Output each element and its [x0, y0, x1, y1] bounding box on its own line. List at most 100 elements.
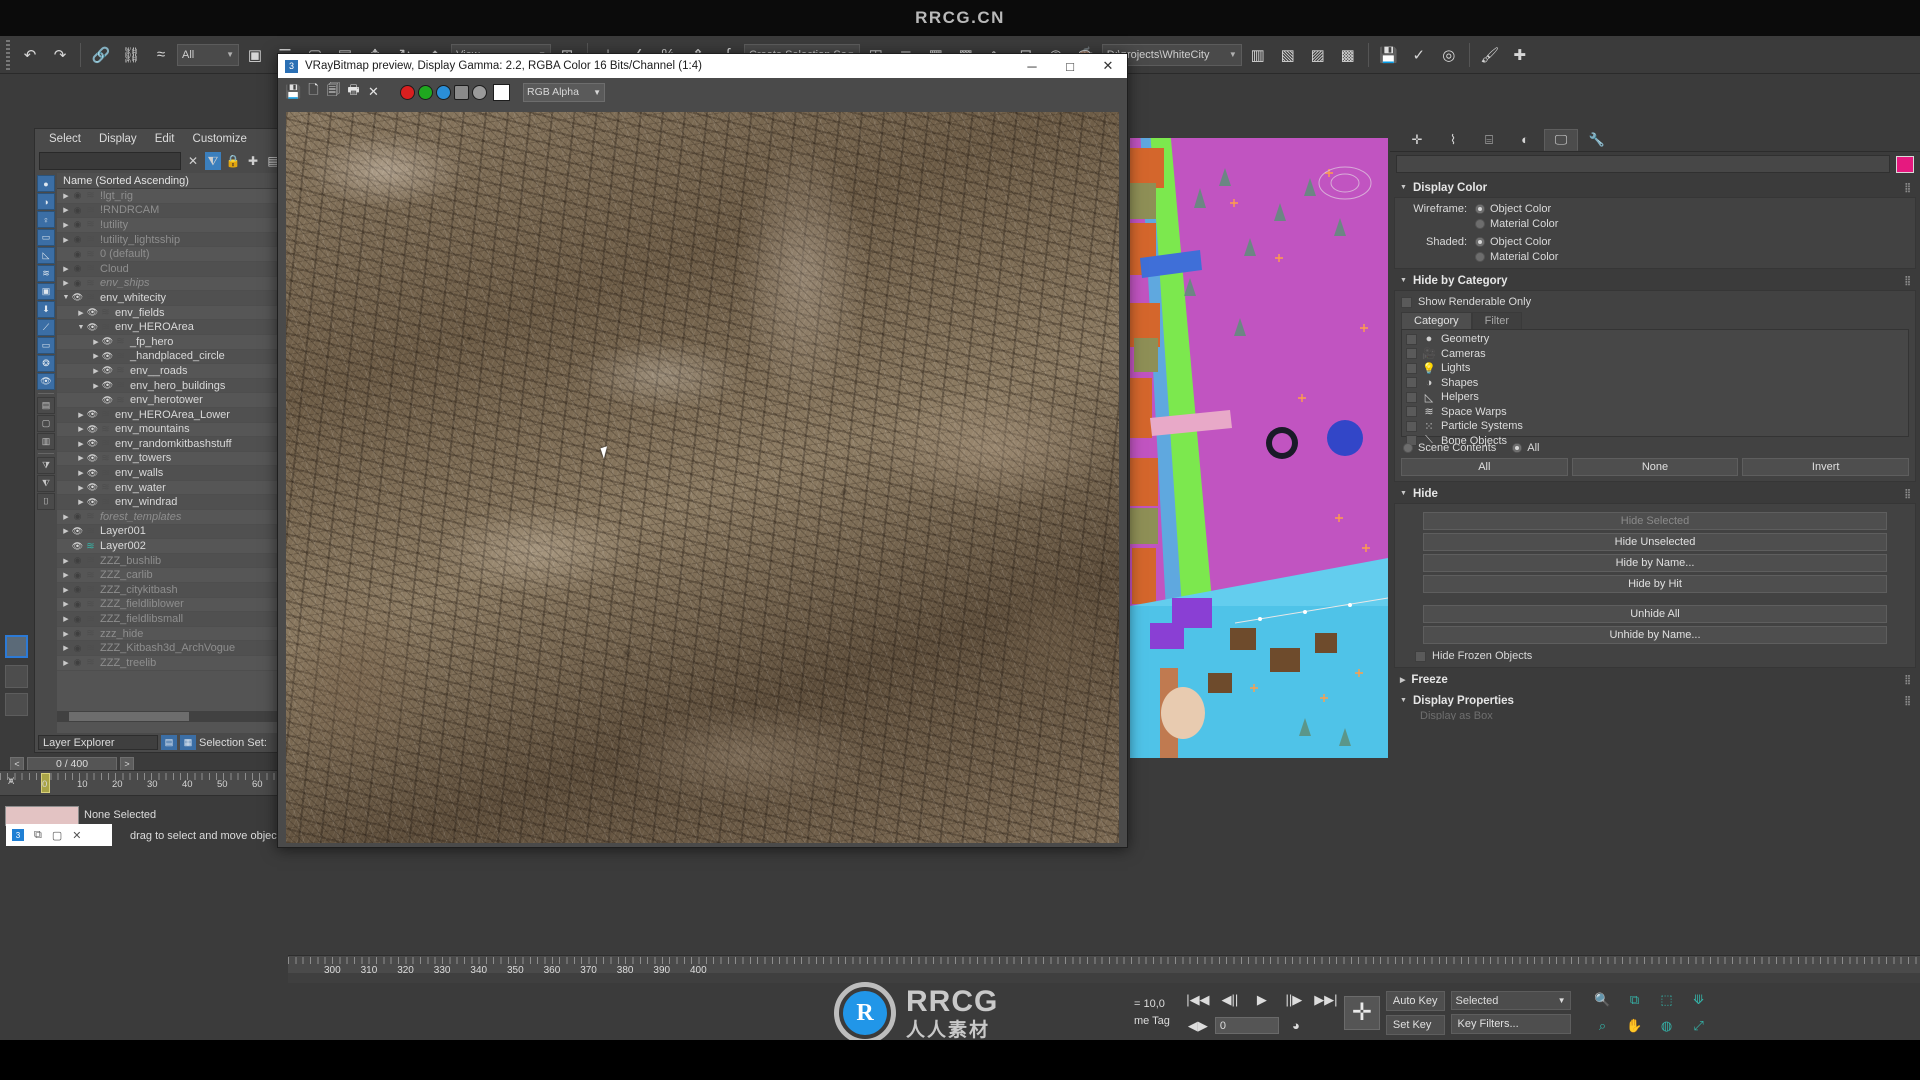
- main-timeline-track[interactable]: [288, 973, 1920, 983]
- undo-icon[interactable]: ↶: [16, 41, 44, 69]
- visibility-eye-icon[interactable]: ◉: [71, 628, 84, 639]
- visibility-eye-icon[interactable]: 👁: [71, 526, 84, 537]
- visibility-eye-icon[interactable]: ◉: [71, 657, 84, 668]
- explorer-save-icon[interactable]: ▤: [161, 735, 177, 750]
- close-status-icon[interactable]: ✕: [72, 829, 81, 842]
- tab-category[interactable]: Category: [1401, 312, 1472, 329]
- object-color-field[interactable]: [5, 806, 79, 826]
- layer-row[interactable]: 👁 ≋ Layer002: [57, 539, 285, 554]
- visibility-eye-icon[interactable]: 👁: [101, 365, 114, 376]
- scope-all-option[interactable]: All: [1512, 442, 1540, 454]
- layer-stack-icon[interactable]: ≋: [84, 526, 97, 537]
- layer-stack-icon[interactable]: ≋: [114, 351, 127, 362]
- expand-arrow-icon[interactable]: ▶: [61, 586, 71, 594]
- key-filters-button[interactable]: Key Filters...: [1450, 1014, 1571, 1034]
- save-state-icon[interactable]: 💾: [1375, 41, 1403, 69]
- time-configuration-icon[interactable]: ◕: [1284, 1015, 1308, 1037]
- visibility-eye-icon[interactable]: ◉: [71, 643, 84, 654]
- layer-row[interactable]: ▶ 👁 ≋ env_randomkitbashstuff: [57, 437, 285, 452]
- redo-icon[interactable]: ↷: [46, 41, 74, 69]
- hide-by-hit-button[interactable]: Hide by Hit: [1423, 575, 1887, 593]
- shaded-object-color-option[interactable]: Object Color: [1475, 236, 1558, 248]
- explorer-name-field[interactable]: Layer Explorer: [38, 735, 158, 750]
- layer-stack-icon[interactable]: ≋: [99, 453, 112, 464]
- layer-list[interactable]: Name (Sorted Ascending) ▶ ◉ ≋ !lgt_rig ▶ ◉ ≋ !R…: [57, 173, 285, 752]
- lock-icon[interactable]: 🔒: [225, 152, 241, 170]
- expand-arrow-icon[interactable]: ▶: [91, 367, 101, 375]
- add-layer-icon[interactable]: ✚: [245, 152, 261, 170]
- category-item[interactable]: ◑ Shapes: [1406, 376, 1904, 391]
- menu-display[interactable]: Display: [99, 133, 137, 145]
- visibility-eye-icon[interactable]: ◉: [71, 599, 84, 610]
- layer-row[interactable]: ▶ ◉ ≋ ZZZ_fieldliblower: [57, 597, 285, 613]
- layer-stack-icon[interactable]: ≋: [84, 570, 97, 581]
- drag-handle-icon[interactable]: ⣿: [1904, 182, 1911, 193]
- expand-arrow-icon[interactable]: ▶: [61, 513, 71, 521]
- visibility-eye-icon[interactable]: 👁: [101, 336, 114, 347]
- invert-selection-button[interactable]: Invert: [1742, 458, 1910, 476]
- layer-row[interactable]: ▶ ◉ ≋ Cloud: [57, 261, 285, 277]
- visibility-eye-icon[interactable]: 👁: [101, 380, 114, 391]
- expand-arrow-icon[interactable]: ▶: [76, 484, 86, 492]
- utilities-tab[interactable]: 🔧: [1580, 129, 1614, 151]
- expand-arrow-icon[interactable]: ▶: [61, 600, 71, 608]
- expand-arrow-icon[interactable]: ▶: [91, 338, 101, 346]
- key-mode-dropdown[interactable]: Selected ▼: [1450, 991, 1571, 1010]
- vray-preview-image[interactable]: [286, 112, 1119, 843]
- filter-bones-icon[interactable]: ⟋: [37, 319, 55, 336]
- hide-unselected-button[interactable]: Hide Unselected: [1423, 533, 1887, 551]
- hide-by-name-button[interactable]: Hide by Name...: [1423, 554, 1887, 572]
- category-item[interactable]: ◺ Helpers: [1406, 390, 1904, 405]
- main-timeline-ruler[interactable]: 300 310 320 330 340 350 360 370 380 390 400: [288, 955, 1920, 983]
- visibility-eye-icon[interactable]: ◉: [71, 584, 84, 595]
- bind-space-warp-icon[interactable]: ≈: [147, 41, 175, 69]
- render-activeshade-icon[interactable]: ▨: [1304, 41, 1332, 69]
- layer-row[interactable]: ▶ ◉ ≋ !lgt_rig: [57, 189, 285, 204]
- layer-row[interactable]: ▶ ◉ ≋ !RNDRCAM: [57, 203, 285, 219]
- expand-arrow-icon[interactable]: ▶: [61, 615, 71, 623]
- next-frame-icon[interactable]: ||▶: [1282, 989, 1306, 1011]
- layer-row[interactable]: ▶ ◉ ≋ !utility: [57, 218, 285, 233]
- checkbox-icon[interactable]: [1406, 377, 1417, 389]
- category-item[interactable]: 🎥 Cameras: [1406, 347, 1904, 362]
- vray-window-titlebar[interactable]: 3 VRayBitmap preview, Display Gamma: 2.2…: [278, 54, 1127, 78]
- layer-row[interactable]: ▶ ◉ ≋ ZZZ_bushlib: [57, 553, 285, 569]
- filter-xrefs-icon[interactable]: ⬇: [37, 301, 55, 318]
- filter-particles-icon[interactable]: ❂: [37, 355, 55, 372]
- tab-filter[interactable]: Filter: [1471, 312, 1523, 329]
- zoom-icon[interactable]: 🔍: [1591, 989, 1615, 1011]
- layer-stack-icon[interactable]: ≋: [84, 278, 97, 289]
- perspective-viewport[interactable]: [1130, 128, 1388, 758]
- selection-filter-dropdown[interactable]: All ▼: [177, 43, 239, 66]
- layer-stack-icon[interactable]: ≋: [84, 614, 97, 625]
- add-time-tag-button[interactable]: ✛: [1343, 995, 1380, 1030]
- object-color-swatch[interactable]: [1896, 155, 1914, 173]
- visibility-eye-icon[interactable]: ◉: [71, 570, 84, 581]
- filter-shapes-icon[interactable]: ◑: [37, 193, 55, 210]
- select-all-button[interactable]: All: [1401, 458, 1568, 476]
- maximize-icon[interactable]: □: [1051, 54, 1089, 78]
- layer-stack-icon[interactable]: ≋: [84, 555, 97, 566]
- hide-header[interactable]: ▼ Hide ⣿: [1394, 484, 1916, 503]
- mono-channel-icon[interactable]: [472, 84, 487, 100]
- layer-row[interactable]: ▶ ◉ ≋ !utility_lightsship: [57, 232, 285, 248]
- layer-stack-icon[interactable]: ≋: [99, 438, 112, 449]
- expand-arrow-icon[interactable]: ▶: [61, 659, 71, 667]
- layer-stack-icon[interactable]: ≋: [84, 292, 97, 303]
- prev-frame-icon[interactable]: ◀||: [1218, 989, 1242, 1011]
- layer-row[interactable]: ▶ ◉ ≋ ZZZ_Kitbash3d_ArchVogue: [57, 641, 285, 656]
- unhide-by-name-button[interactable]: Unhide by Name...: [1423, 626, 1887, 644]
- layer-row[interactable]: ◉ ≋ 0 (default): [57, 247, 285, 262]
- render-production-icon[interactable]: ▥: [1244, 41, 1272, 69]
- expand-arrow-icon[interactable]: ▶: [76, 425, 86, 433]
- wireframe-object-color-option[interactable]: Object Color: [1475, 203, 1558, 215]
- visibility-eye-icon[interactable]: 👁: [86, 497, 99, 508]
- visibility-eye-icon[interactable]: 👁: [37, 373, 55, 390]
- filter-space-warps-icon[interactable]: ≋: [37, 265, 55, 282]
- filter-cameras-icon[interactable]: ▭: [37, 229, 55, 246]
- checkbox-icon[interactable]: [1406, 333, 1417, 345]
- menu-edit[interactable]: Edit: [155, 133, 175, 145]
- freeze-header[interactable]: ▶ Freeze ⣿: [1394, 670, 1916, 689]
- expand-arrow-icon[interactable]: ▶: [76, 309, 86, 317]
- expand-arrow-icon[interactable]: ▶: [76, 440, 86, 448]
